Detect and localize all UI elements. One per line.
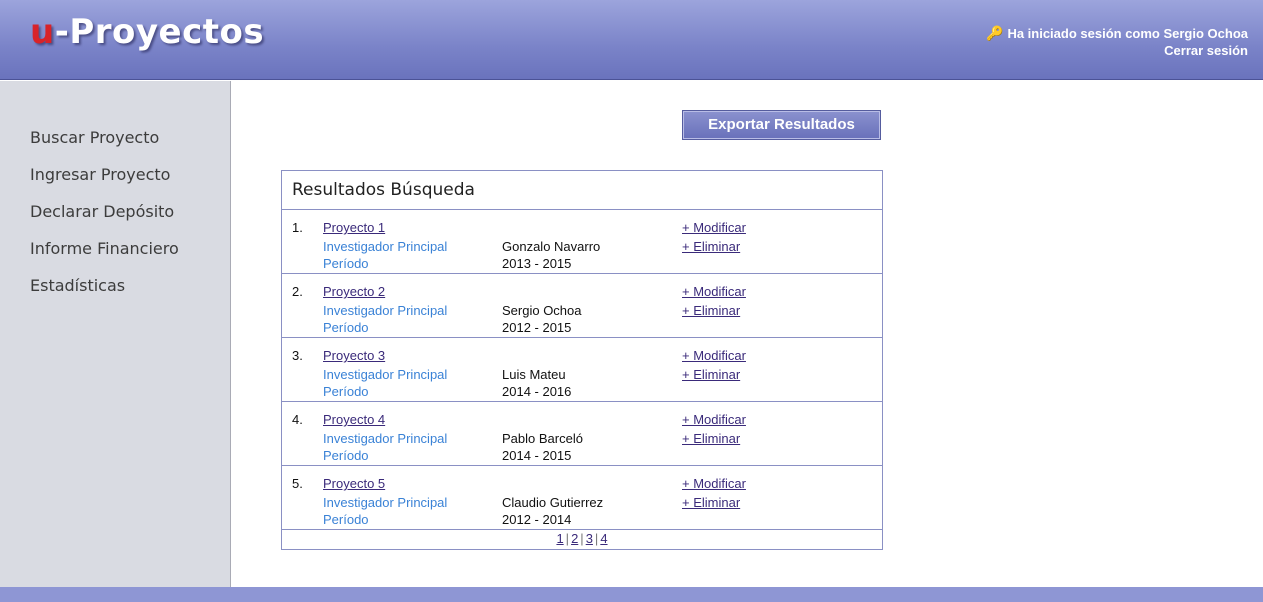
modify-link[interactable]: + Modificar xyxy=(682,284,746,299)
logout-link[interactable]: Cerrar sesión xyxy=(986,42,1248,59)
result-row: 3. Proyecto 3 Investigador Principal Per… xyxy=(282,338,882,402)
investigator-value: Luis Mateu xyxy=(502,367,566,382)
session-info: 🔑 Ha iniciado sesión como Sergio Ochoa Ce… xyxy=(986,25,1248,59)
investigator-label: Investigador Principal xyxy=(323,303,448,318)
page-link-3[interactable]: 3 xyxy=(586,531,593,546)
sidebar-item-declarar-deposito[interactable]: Declarar Depósito xyxy=(30,202,174,221)
pagination: 1 | 2 | 3 | 4 xyxy=(282,530,882,549)
app-logo[interactable]: u-Proyectos xyxy=(30,12,264,52)
investigator-label: Investigador Principal xyxy=(323,239,448,254)
row-number: 2. xyxy=(292,284,303,299)
investigator-label: Investigador Principal xyxy=(323,367,448,382)
investigator-value: Sergio Ochoa xyxy=(502,303,582,318)
modify-link[interactable]: + Modificar xyxy=(682,412,746,427)
results-panel: Resultados Búsqueda 1. Proyecto 1 Invest… xyxy=(281,170,883,550)
period-label: Período xyxy=(323,512,369,527)
result-row: 5. Proyecto 5 Investigador Principal Per… xyxy=(282,466,882,530)
sidebar-item-estadisticas[interactable]: Estadísticas xyxy=(30,276,125,295)
modify-link[interactable]: + Modificar xyxy=(682,476,746,491)
period-label: Período xyxy=(323,448,369,463)
period-value: 2012 - 2014 xyxy=(502,512,572,527)
result-row: 2. Proyecto 2 Investigador Principal Per… xyxy=(282,274,882,338)
page-separator: | xyxy=(580,531,584,546)
investigator-label: Investigador Principal xyxy=(323,495,448,510)
period-value: 2014 - 2015 xyxy=(502,448,572,463)
row-number: 4. xyxy=(292,412,303,427)
export-results-button[interactable]: Exportar Resultados xyxy=(682,110,881,140)
period-label: Período xyxy=(323,384,369,399)
page-separator: | xyxy=(565,531,570,546)
project-link[interactable]: Proyecto 5 xyxy=(323,476,385,491)
period-value: 2013 - 2015 xyxy=(502,256,572,271)
logo-u: u xyxy=(30,12,55,52)
investigator-value: Claudio Gutierrez xyxy=(502,495,604,510)
period-label: Período xyxy=(323,320,369,335)
investigator-value: Gonzalo Navarro xyxy=(502,239,601,254)
page-link-1[interactable]: 1 xyxy=(556,531,563,546)
row-number: 5. xyxy=(292,476,303,491)
period-value: 2014 - 2016 xyxy=(502,384,572,399)
page-link-4[interactable]: 4 xyxy=(600,531,607,546)
modify-link[interactable]: + Modificar xyxy=(682,348,746,363)
app-footer xyxy=(0,587,1263,602)
row-number: 1. xyxy=(292,220,303,235)
investigator-label: Investigador Principal xyxy=(323,431,448,446)
period-label: Período xyxy=(323,256,369,271)
delete-link[interactable]: + Eliminar xyxy=(682,239,740,254)
logo-text: -Proyectos xyxy=(54,12,265,52)
sidebar-item-buscar-proyecto[interactable]: Buscar Proyecto xyxy=(30,128,159,147)
sidebar: Buscar Proyecto Ingresar Proyecto Declar… xyxy=(0,81,231,587)
period-value: 2012 - 2015 xyxy=(502,320,572,335)
result-row: 4. Proyecto 4 Investigador Principal Per… xyxy=(282,402,882,466)
sidebar-item-ingresar-proyecto[interactable]: Ingresar Proyecto xyxy=(30,165,170,184)
app-header: u-Proyectos 🔑 Ha iniciado sesión como Ser… xyxy=(0,0,1263,80)
investigator-value: Pablo Barceló xyxy=(502,431,583,446)
modify-link[interactable]: + Modificar xyxy=(682,220,746,235)
session-text: Ha iniciado sesión como Sergio Ochoa xyxy=(1007,26,1248,41)
project-link[interactable]: Proyecto 2 xyxy=(323,284,385,299)
results-title: Resultados Búsqueda xyxy=(282,171,882,210)
project-link[interactable]: Proyecto 3 xyxy=(323,348,385,363)
key-icon: 🔑 xyxy=(986,25,1004,41)
sidebar-item-informe-financiero[interactable]: Informe Financiero xyxy=(30,239,179,258)
result-row: 1. Proyecto 1 Investigador Principal Per… xyxy=(282,210,882,274)
delete-link[interactable]: + Eliminar xyxy=(682,431,740,446)
delete-link[interactable]: + Eliminar xyxy=(682,495,740,510)
delete-link[interactable]: + Eliminar xyxy=(682,303,740,318)
project-link[interactable]: Proyecto 1 xyxy=(323,220,385,235)
row-number: 3. xyxy=(292,348,303,363)
delete-link[interactable]: + Eliminar xyxy=(682,367,740,382)
project-link[interactable]: Proyecto 4 xyxy=(323,412,385,427)
